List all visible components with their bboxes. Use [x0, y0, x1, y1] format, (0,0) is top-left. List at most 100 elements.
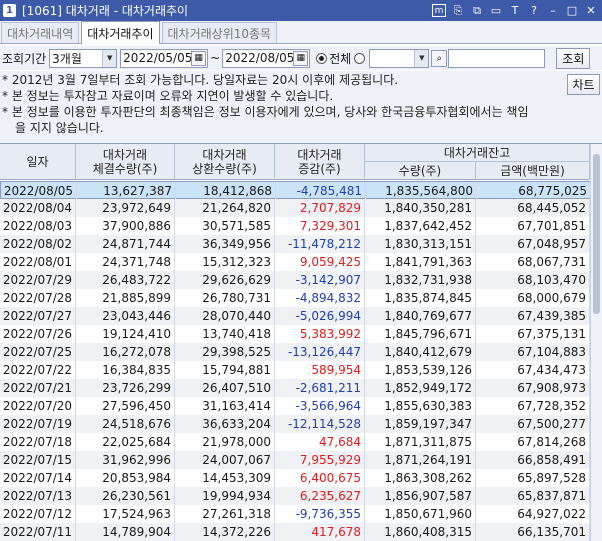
cell-date: 2022/07/22	[0, 361, 76, 379]
cell-balance-amt: 68,103,470	[476, 271, 590, 289]
cell-balance-amt: 64,927,022	[476, 505, 590, 523]
table-row[interactable]: 2022/07/25 16,272,078 29,398,525 -13,126,44…	[0, 343, 602, 361]
table-row[interactable]: 2022/07/19 24,518,676 36,633,204 -12,114,52…	[0, 415, 602, 433]
cell-balance-qty: 1,832,731,938	[365, 271, 476, 289]
cell-change-qty: 5,383,992	[275, 325, 365, 343]
cell-change-qty: 9,059,425	[275, 253, 365, 271]
table-row[interactable]: 2022/08/01 24,371,748 15,312,323 9,059,425 1…	[0, 253, 602, 271]
cell-date: 2022/07/21	[0, 379, 76, 397]
calendar-icon[interactable]: ▦	[191, 50, 207, 66]
window-title: [1061] 대차거래 - 대차거래추이	[22, 4, 189, 18]
header-change-qty[interactable]: 대차거래 증감(주)	[275, 144, 365, 180]
cell-balance-qty: 1,835,564,800	[366, 182, 477, 200]
scrollbar-thumb[interactable]	[593, 154, 600, 314]
table-row[interactable]: 2022/07/28 21,885,899 26,780,731 -4,894,832…	[0, 289, 602, 307]
cell-repay-qty: 28,070,440	[175, 307, 275, 325]
cell-balance-amt: 65,897,528	[476, 469, 590, 487]
cell-date: 2022/08/02	[0, 235, 76, 253]
cell-change-qty: -11,478,212	[275, 235, 365, 253]
header-repay-qty[interactable]: 대차거래 상환수량(주)	[175, 144, 275, 180]
end-date-input[interactable]: 2022/08/05 ▦	[222, 48, 311, 68]
stock-code-select[interactable]: ▼	[369, 48, 430, 68]
table-row[interactable]: 2022/08/05 13,627,387 18,412,868 -4,785,481…	[0, 181, 602, 200]
print-icon[interactable]: ▭	[487, 2, 505, 19]
cell-date: 2022/07/13	[0, 487, 76, 505]
stock-name-field[interactable]	[448, 48, 546, 68]
cell-balance-qty: 1,840,412,679	[365, 343, 476, 361]
chevron-down-icon[interactable]: ▼	[414, 49, 429, 67]
cell-date: 2022/08/03	[0, 217, 76, 235]
minimize-icon[interactable]: –	[544, 2, 562, 19]
cell-balance-qty: 1,852,949,172	[365, 379, 476, 397]
cell-balance-amt: 67,375,131	[476, 325, 590, 343]
cell-repay-qty: 36,633,204	[175, 415, 275, 433]
link-icon[interactable]: ⎘	[449, 2, 467, 19]
cell-date: 2022/07/27	[0, 307, 76, 325]
cell-date: 2022/07/18	[0, 433, 76, 451]
table-row[interactable]: 2022/07/27 23,043,446 28,070,440 -5,026,994…	[0, 307, 602, 325]
chart-button[interactable]: 차트	[567, 74, 600, 95]
table-row[interactable]: 2022/07/15 31,962,996 24,007,067 7,955,929 1…	[0, 451, 602, 469]
table-row[interactable]: 2022/07/18 22,025,684 21,978,000 47,684 1,87…	[0, 433, 602, 451]
radio-stock[interactable]	[354, 52, 366, 64]
cell-date: 2022/07/28	[0, 289, 76, 307]
cell-repay-qty: 13,740,418	[175, 325, 275, 343]
memo-icon[interactable]: m	[432, 4, 446, 17]
period-select[interactable]: 3개월 ▼	[49, 48, 118, 68]
table-row[interactable]: 2022/08/02 24,871,744 36,349,956 -11,478,21…	[0, 235, 602, 253]
header-balance-amt[interactable]: 금액(백만원)	[476, 162, 590, 180]
header-contract-qty[interactable]: 대차거래 체결수량(주)	[76, 144, 175, 180]
close-icon[interactable]: ✕	[582, 2, 600, 19]
cell-balance-amt: 67,434,473	[476, 361, 590, 379]
copy-window-icon[interactable]: ⧉	[468, 2, 486, 19]
cell-repay-qty: 26,407,510	[175, 379, 275, 397]
table-row[interactable]: 2022/08/04 23,972,649 21,264,820 2,707,829 1…	[0, 199, 602, 217]
header-balance-group: 대차거래잔고	[365, 144, 590, 162]
cell-repay-qty: 15,794,881	[175, 361, 275, 379]
start-date-input[interactable]: 2022/05/05 ▦	[120, 48, 209, 68]
table-row[interactable]: 2022/07/11 14,789,904 14,372,226 417,678 1,8…	[0, 523, 602, 541]
cell-change-qty: 47,684	[275, 433, 365, 451]
cell-balance-qty: 1,853,539,126	[365, 361, 476, 379]
tab-lending-top10[interactable]: 대차거래상위10종목	[161, 22, 278, 43]
table-row[interactable]: 2022/07/13 26,230,561 19,994,934 6,235,627 1…	[0, 487, 602, 505]
tab-lending-details[interactable]: 대차거래내역	[1, 22, 80, 43]
table-row[interactable]: 2022/07/20 27,596,450 31,163,414 -3,566,964…	[0, 397, 602, 415]
header-balance-qty[interactable]: 수량(주)	[365, 162, 476, 180]
cell-contract-qty: 31,962,996	[76, 451, 175, 469]
table-row[interactable]: 2022/08/03 37,900,886 30,571,585 7,329,301 1…	[0, 217, 602, 235]
cell-contract-qty: 19,124,410	[76, 325, 175, 343]
radio-dot	[319, 55, 325, 61]
vertical-scrollbar[interactable]	[590, 144, 602, 541]
header-date[interactable]: 일자	[0, 144, 76, 180]
search-button[interactable]: 조회	[556, 47, 591, 69]
font-size-icon[interactable]: T	[506, 2, 524, 19]
cell-change-qty: -12,114,528	[275, 415, 365, 433]
table-row[interactable]: 2022/07/26 19,124,410 13,740,418 5,383,992 1…	[0, 325, 602, 343]
chevron-down-icon[interactable]: ▼	[102, 49, 117, 67]
window-controls: m ⎘ ⧉ ▭ T ? – □ ✕	[432, 2, 600, 19]
cell-balance-amt: 68,000,679	[476, 289, 590, 307]
cell-date: 2022/08/04	[0, 199, 76, 217]
search-icon[interactable]: ⌕	[431, 49, 448, 67]
calendar-icon[interactable]: ▦	[293, 50, 309, 66]
cell-contract-qty: 23,726,299	[76, 379, 175, 397]
tab-lending-trend[interactable]: 대차거래추이	[81, 21, 160, 44]
cell-contract-qty: 20,853,984	[76, 469, 175, 487]
cell-contract-qty: 24,371,748	[76, 253, 175, 271]
help-icon[interactable]: ?	[525, 2, 543, 19]
cell-balance-qty: 1,856,907,587	[365, 487, 476, 505]
table-row[interactable]: 2022/07/21 23,726,299 26,407,510 -2,681,211…	[0, 379, 602, 397]
radio-all[interactable]	[316, 52, 328, 64]
cell-contract-qty: 22,025,684	[76, 433, 175, 451]
cell-change-qty: -9,736,355	[275, 505, 365, 523]
table-row[interactable]: 2022/07/14 20,853,984 14,453,309 6,400,675 1…	[0, 469, 602, 487]
cell-repay-qty: 14,453,309	[175, 469, 275, 487]
cell-balance-qty: 1,871,264,191	[365, 451, 476, 469]
cell-repay-qty: 15,312,323	[175, 253, 275, 271]
cell-repay-qty: 19,994,934	[175, 487, 275, 505]
table-row[interactable]: 2022/07/22 16,384,835 15,794,881 589,954 1,8…	[0, 361, 602, 379]
table-row[interactable]: 2022/07/12 17,524,963 27,261,318 -9,736,355…	[0, 505, 602, 523]
table-row[interactable]: 2022/07/29 26,483,722 29,626,629 -3,142,907…	[0, 271, 602, 289]
maximize-icon[interactable]: □	[563, 2, 581, 19]
